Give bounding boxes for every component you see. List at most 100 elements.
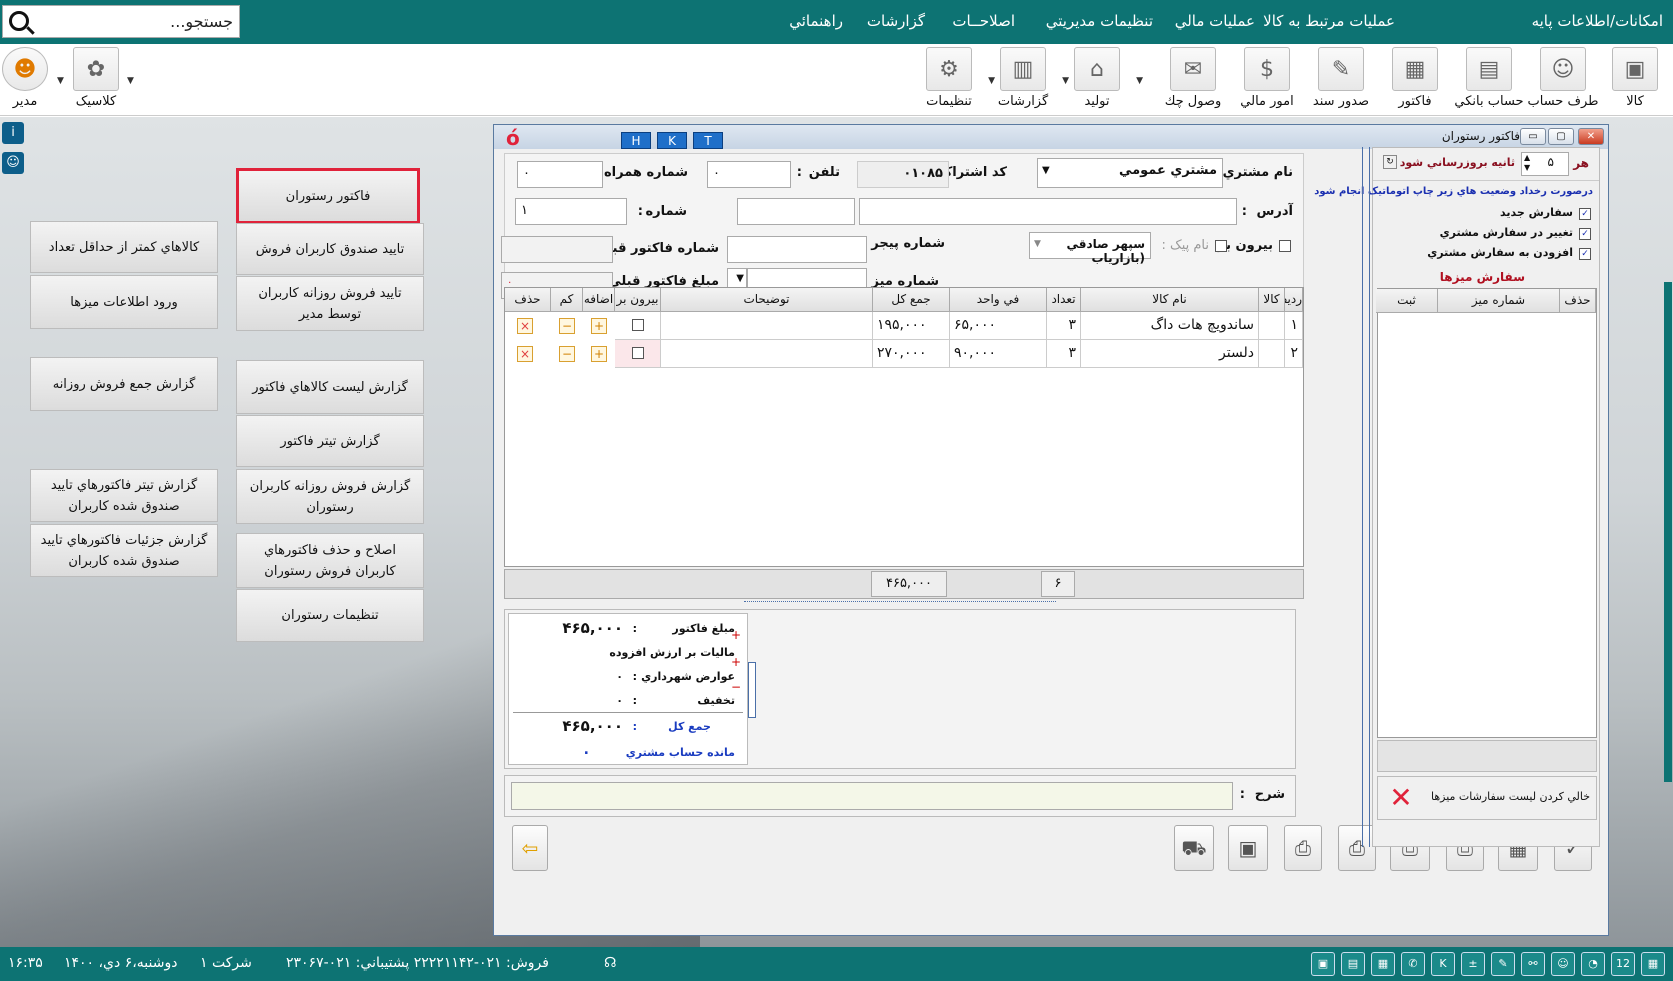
confirmed-invoice-details-report-button[interactable]: گزارش جزئيات فاكتورهاي تاييد صندوق شده ك…	[30, 524, 218, 577]
pager-field[interactable]	[727, 236, 867, 263]
info-icon[interactable]: i	[2, 122, 24, 144]
takeout-checkbox[interactable]	[1279, 240, 1291, 252]
new-order-checkbox[interactable]: ✓	[1579, 208, 1591, 220]
search-box[interactable]: جستجو...	[2, 5, 240, 38]
chevron-down-icon[interactable]: ▼	[988, 76, 995, 86]
menu-reports[interactable]: گزارشات	[867, 12, 925, 30]
number-field[interactable]: ۱	[515, 198, 627, 225]
invoice-header-report-button[interactable]: گزارش تيتر فاكتور	[236, 415, 424, 467]
order-change-checkbox[interactable]: ✓	[1579, 228, 1591, 240]
order-add-checkbox[interactable]: ✓	[1579, 248, 1591, 260]
collapse-handle[interactable]	[748, 662, 756, 718]
toolbar-production-button[interactable]: ⌂ توليد	[1061, 47, 1133, 113]
k-icon[interactable]: K	[1431, 952, 1455, 976]
scrollbar[interactable]	[1664, 282, 1672, 782]
restaurant-settings-button[interactable]: تنظيمات رستوران	[236, 589, 424, 642]
hotkey-k-button[interactable]: K	[657, 132, 687, 149]
column-header[interactable]: کم	[551, 288, 583, 312]
invoice-items-report-button[interactable]: گزارش ليست كالاهاي فاكتور	[236, 360, 424, 414]
toolbar-settings-button[interactable]: ⚙ تنظيمات	[913, 47, 985, 113]
toolbar-user-button[interactable]: ☻ مدير	[0, 47, 61, 113]
column-header[interactable]: اضافه	[583, 288, 615, 312]
column-header[interactable]: حذف	[1560, 289, 1596, 313]
toolbar-account-party-button[interactable]: ☺ طرف حساب	[1527, 47, 1599, 113]
delete-icon[interactable]: ×	[517, 346, 533, 362]
toolbar-theme-button[interactable]: ✿ کلاسيک	[60, 47, 132, 113]
daily-sales-total-report-button[interactable]: گزارش جمع فروش روزانه	[30, 357, 218, 411]
calendar-grid-icon[interactable]: ▦	[1371, 952, 1395, 976]
courier-select[interactable]: سپهر صادقي (بازارياب ▼	[1029, 232, 1151, 265]
column-header[interactable]: كالا	[1259, 288, 1285, 312]
column-header[interactable]: جمع كل	[873, 288, 950, 312]
calendar-12-icon[interactable]: 12	[1611, 952, 1635, 976]
menu-management-settings[interactable]: تنظيمات مديريتي	[1046, 12, 1153, 30]
stepper-arrows-icon[interactable]: ▲ ▼	[1524, 153, 1530, 173]
confirmed-invoice-headers-report-button[interactable]: گزارش تيتر فاكتورهاي تاييد صندوق شده كار…	[30, 469, 218, 522]
column-header[interactable]: في واحد	[950, 288, 1047, 312]
toolbar-bank-account-button[interactable]: ▤ حساب بانکي	[1453, 47, 1525, 113]
calendar-icon[interactable]: ▦	[1641, 952, 1665, 976]
confirm-sales-cashbox-button[interactable]: تاييد صندوق كاربران فروش	[236, 223, 424, 275]
save-icon[interactable]: ▣	[1228, 825, 1268, 871]
clipboard-icon[interactable]: ▣	[1311, 952, 1335, 976]
restaurant-invoice-button[interactable]: فاكتور رستوران	[236, 168, 420, 224]
menu-financial-ops[interactable]: عمليات مالي	[1175, 12, 1255, 30]
hotkey-t-button[interactable]: T	[693, 132, 723, 149]
delete-icon[interactable]: ×	[517, 318, 533, 334]
courier-checkbox[interactable]	[1215, 240, 1227, 252]
dashboard-icon[interactable]: ◔	[1581, 952, 1605, 976]
exit-icon[interactable]: ⇦	[512, 825, 548, 871]
column-header[interactable]: بيرون بر	[615, 288, 661, 312]
user-switch-icon[interactable]: ☺	[1551, 952, 1575, 976]
confirm-daily-sales-button[interactable]: تاييد فروش روزانه کاربران توسط مدير	[236, 276, 424, 331]
toolbar-finance-button[interactable]: $ امور مالي	[1231, 47, 1303, 113]
mobile-field[interactable]: ۰	[517, 161, 603, 188]
search-icon[interactable]	[9, 11, 29, 31]
takeout-row-checkbox[interactable]	[632, 319, 644, 331]
toolbar-cheque-button[interactable]: ✉ وصول چك	[1157, 47, 1229, 113]
close-icon[interactable]: ✕	[1578, 128, 1604, 145]
column-header[interactable]: توضيحات	[661, 288, 873, 312]
menu-help[interactable]: راهنمائي	[789, 12, 843, 30]
note-icon[interactable]: ✎	[1491, 952, 1515, 976]
chevron-down-icon[interactable]: ▼	[1136, 76, 1143, 86]
takeout-row-checkbox[interactable]	[632, 347, 644, 359]
toolbar-goods-button[interactable]: ▣ کالا	[1599, 47, 1671, 113]
phone-icon[interactable]: ✆	[1401, 952, 1425, 976]
menu-base-info[interactable]: امکانات/اطلاعات پايه	[1532, 12, 1663, 30]
column-header[interactable]: ثبت	[1376, 289, 1438, 313]
plus-icon[interactable]: +	[591, 346, 607, 362]
clear-orders-button[interactable]: ✕ خالي كردن ليست سفارشات ميزها	[1377, 776, 1597, 820]
address-field[interactable]	[859, 198, 1237, 225]
splitter[interactable]	[744, 601, 1056, 607]
chevron-down-icon[interactable]: ▼	[1034, 239, 1041, 249]
menu-goods-ops[interactable]: عمليات مرتبط به کالا	[1263, 12, 1395, 30]
print-icon[interactable]: ⎙	[1338, 825, 1376, 871]
search-input[interactable]: جستجو...	[170, 12, 233, 31]
column-header[interactable]: حذف	[505, 288, 551, 312]
customer-select[interactable]: مشتري عمومي ▼	[1037, 158, 1223, 188]
description-field[interactable]	[511, 782, 1233, 810]
toolbar-issue-document-button[interactable]: ✎ صدور سند	[1305, 47, 1377, 113]
refresh-seconds-stepper[interactable]: ۵ ▲ ▼	[1521, 152, 1569, 176]
print-cancel-icon[interactable]: ⎙	[1284, 825, 1322, 871]
user-card-icon[interactable]: ☺	[2, 152, 24, 174]
chevron-down-icon[interactable]: ▼	[1062, 76, 1069, 86]
share-icon[interactable]: ⚯	[1521, 952, 1545, 976]
panel-splitter[interactable]	[1362, 147, 1370, 847]
delivery-icon[interactable]: ⛟	[1174, 825, 1214, 871]
column-header[interactable]: تعداد	[1047, 288, 1081, 312]
column-header[interactable]: نام كالا	[1081, 288, 1259, 312]
column-header[interactable]: شماره ميز	[1438, 289, 1560, 313]
plus-icon[interactable]: +	[591, 318, 607, 334]
toolbar-invoice-button[interactable]: ▦ فاکتور	[1379, 47, 1451, 113]
column-header[interactable]: رديف	[1275, 288, 1303, 312]
daily-sales-report-button[interactable]: گزارش فروش روزانه کاربران رستوران	[236, 469, 424, 524]
maximize-icon[interactable]: ▢	[1548, 128, 1574, 145]
minimize-icon[interactable]: ▭	[1520, 128, 1546, 145]
chevron-down-icon[interactable]: ▼	[1042, 165, 1050, 176]
refresh-icon[interactable]: ↻	[1383, 155, 1397, 169]
minus-icon[interactable]: −	[559, 318, 575, 334]
tables-data-entry-button[interactable]: ورود اطلاعات ميزها	[30, 275, 218, 329]
low-stock-goods-button[interactable]: كالاهاي كمتر از حداقل تعداد	[30, 221, 218, 273]
